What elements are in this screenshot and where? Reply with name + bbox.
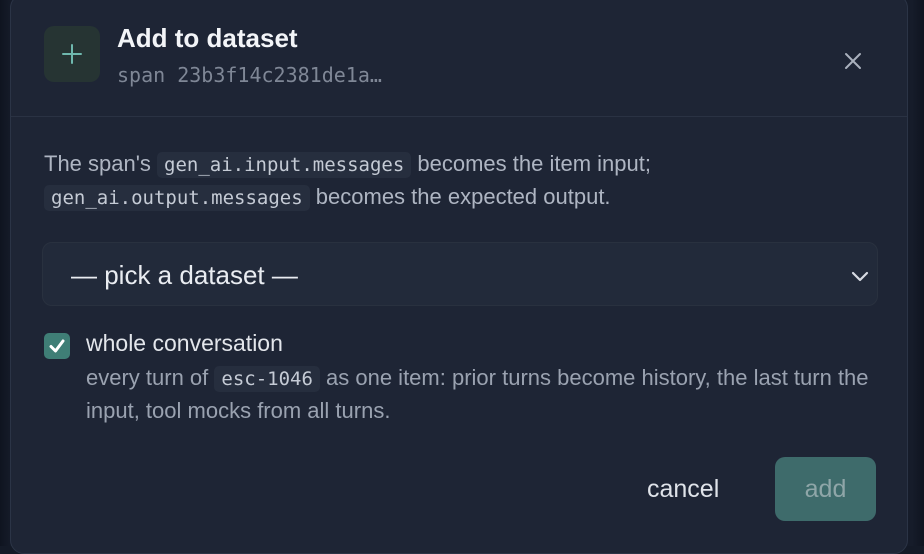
close-button[interactable] [837,45,869,77]
conversation-id-code: esc-1046 [214,366,320,392]
cancel-button[interactable]: cancel [635,465,731,513]
span-id-subtitle: span 23b3f14c2381de1a… [117,63,382,87]
dataset-select[interactable]: — pick a dataset — [42,242,878,306]
dialog-description: The span's gen_ai.input.messages becomes… [44,148,874,214]
dialog-title: Add to dataset [117,23,298,53]
chevron-down-icon [851,271,869,282]
desc-text-1: The span's [44,151,158,176]
add-button[interactable]: add [775,457,876,521]
whole-conversation-description: every turn of esc-1046 as one item: prio… [86,362,886,427]
check-icon [49,339,65,353]
check-desc-text-1: every turn of [86,365,215,390]
output-messages-code: gen_ai.output.messages [44,185,310,211]
add-to-dataset-dialog: Add to dataset span 23b3f14c2381de1a… Th… [10,0,908,554]
desc-text-3: becomes the expected output. [309,184,611,209]
dataset-select-value: — pick a dataset — [71,260,298,290]
input-messages-code: gen_ai.input.messages [157,152,412,178]
close-icon [845,53,861,69]
whole-conversation-label[interactable]: whole conversation [86,330,283,357]
whole-conversation-checkbox[interactable] [44,333,70,359]
desc-text-2: becomes the item input; [411,151,651,176]
plus-icon [44,26,100,82]
dialog-header: Add to dataset span 23b3f14c2381de1a… [11,1,907,117]
